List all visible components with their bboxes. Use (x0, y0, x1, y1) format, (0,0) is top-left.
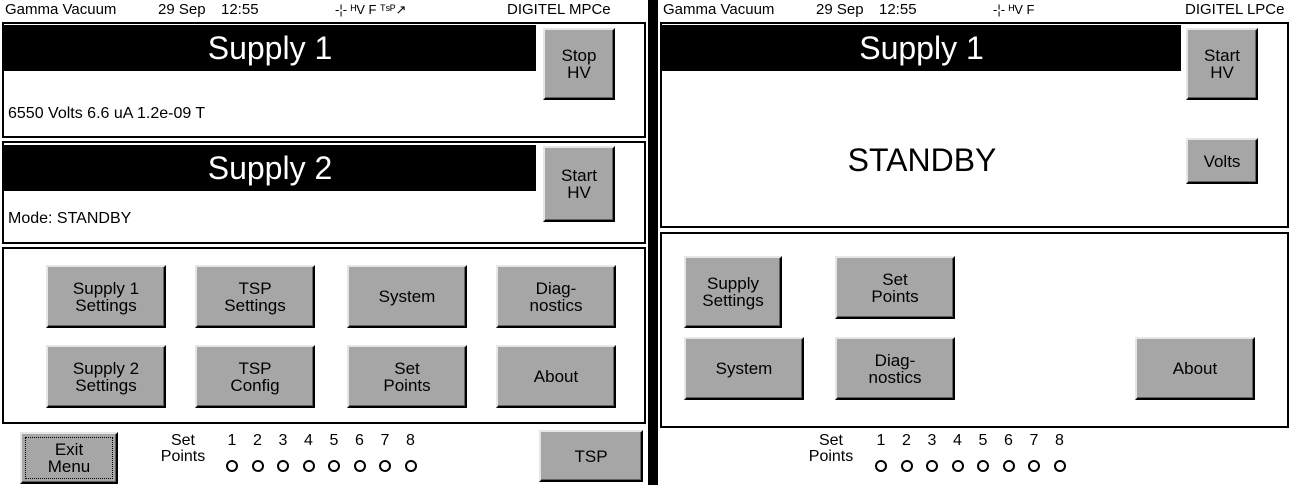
setpoint-number: 4 (304, 432, 313, 449)
setpoint-number: 2 (253, 432, 262, 449)
system-button[interactable]: System (347, 265, 467, 328)
set-points-button[interactable]: Set Points (347, 345, 467, 408)
setpoint-indicator-icon (1028, 460, 1040, 472)
setpoint-indicator-icon (277, 460, 289, 472)
setpoint-number: 6 (1004, 432, 1013, 449)
tsp-settings-button[interactable]: TSP Settings (195, 265, 315, 328)
status-bar: Gamma Vacuum 29 Sep 12:55 -¦- ᴴV F DIGIT… (658, 0, 1291, 19)
setpoint-indicator-icon (875, 460, 887, 472)
setpoint-indicator-icon (379, 460, 391, 472)
setpoint-indicator-icon (353, 460, 366, 472)
lpce-screen: Gamma Vacuum 29 Sep 12:55 -¦- ᴴV F DIGIT… (658, 0, 1291, 485)
supply1-settings-button[interactable]: Supply 1 Settings (46, 265, 166, 328)
brand-label: Gamma Vacuum (663, 1, 775, 18)
setpoint-indicator-icon (302, 460, 315, 472)
about-button[interactable]: About (1135, 337, 1255, 400)
setpoint-number: 7 (380, 432, 390, 449)
mode-status: STANDBY (847, 142, 997, 178)
setpoints-label: Set Points (808, 432, 854, 465)
supply2-title: Supply 2 (4, 145, 536, 191)
setpoint-number: 1 (876, 432, 886, 449)
setpoint-number: 3 (278, 432, 288, 449)
setpoint-indicator-icon (226, 460, 238, 472)
supply1-panel: Supply 1 6550 Volts 6.6 uA 1.2e-09 T Sto… (2, 22, 646, 138)
setpoint-indicator-icon (926, 460, 938, 472)
setpoints-label: Set Points (160, 432, 206, 465)
system-button[interactable]: System (684, 337, 804, 400)
stop-hv-button[interactable]: Stop HV (543, 28, 615, 100)
tsp-button[interactable]: TSP (539, 430, 643, 482)
supply1-title: Supply 1 (662, 25, 1181, 71)
date-label: 29 Sep (816, 1, 864, 18)
brand-label: Gamma Vacuum (5, 1, 117, 18)
diagnostics-button[interactable]: Diag- nostics (496, 265, 616, 328)
status-icons: -¦- ᴴV F (993, 2, 1035, 17)
date-label: 29 Sep (158, 1, 206, 18)
status-bar: Gamma Vacuum 29 Sep 12:55 -¦- ᴴV F ᵀˢᴾ↗ … (0, 0, 648, 19)
setpoint-number: 5 (329, 432, 339, 449)
about-button[interactable]: About (496, 345, 616, 408)
setpoint-indicator-icon (328, 460, 340, 472)
diagnostics-button[interactable]: Diag- nostics (835, 337, 955, 400)
supply1-readout: 6550 Volts 6.6 uA 1.2e-09 T (8, 105, 206, 122)
time-label: 12:55 (221, 1, 259, 18)
model-label: DIGITEL LPCe (1185, 1, 1285, 18)
start-hv-button[interactable]: Start HV (1186, 28, 1258, 100)
start-hv-button[interactable]: Start HV (543, 146, 615, 222)
setpoint-number: 5 (978, 432, 988, 449)
menu-panel: Supply Settings Set Points System Diag- … (660, 232, 1289, 428)
setpoint-indicator-icon (977, 460, 989, 472)
setpoint-indicator-icon (951, 460, 964, 472)
set-points-button[interactable]: Set Points (835, 256, 955, 319)
setpoint-indicator-icon (1002, 460, 1015, 472)
setpoint-indicator-icon (1053, 460, 1066, 472)
setpoint-number: 8 (1055, 432, 1064, 449)
status-icons: -¦- ᴴV F ᵀˢᴾ↗ (335, 2, 407, 17)
setpoint-number: 1 (227, 432, 237, 449)
time-label: 12:55 (879, 1, 917, 18)
tsp-config-button[interactable]: TSP Config (195, 345, 315, 408)
mpce-screen: Gamma Vacuum 29 Sep 12:55 -¦- ᴴV F ᵀˢᴾ↗ … (0, 0, 648, 485)
setpoint-number: 8 (406, 432, 415, 449)
setpoint-indicator-icon (251, 460, 264, 472)
supply1-title: Supply 1 (4, 25, 536, 71)
setpoint-number: 4 (953, 432, 962, 449)
supply2-mode: Mode: STANDBY (8, 210, 132, 227)
menu-panel: Supply 1 Settings TSP Settings System Di… (2, 247, 646, 424)
setpoint-number: 7 (1029, 432, 1039, 449)
supply1-panel: Supply 1 STANDBY Start HV Volts (660, 22, 1289, 228)
supply2-settings-button[interactable]: Supply 2 Settings (46, 345, 166, 408)
setpoint-number: 2 (902, 432, 911, 449)
setpoint-number: 6 (355, 432, 364, 449)
setpoint-number: 3 (927, 432, 937, 449)
volts-button[interactable]: Volts (1186, 138, 1258, 184)
exit-menu-button[interactable]: Exit Menu (20, 432, 118, 484)
supply-settings-button[interactable]: Supply Settings (684, 256, 782, 328)
supply2-panel: Supply 2 Mode: STANDBY Start HV (2, 141, 646, 244)
setpoint-indicator-icon (404, 460, 417, 472)
setpoint-indicator-icon (900, 460, 913, 472)
model-label: DIGITEL MPCe (507, 1, 611, 18)
